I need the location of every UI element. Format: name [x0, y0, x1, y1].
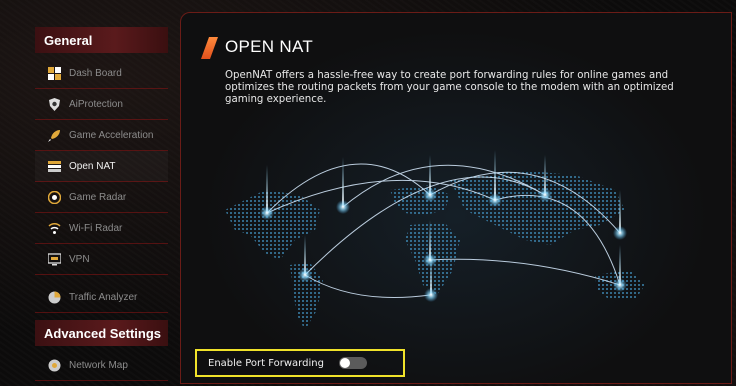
sidebar-item-label: AiProtection: [69, 98, 123, 110]
network-map-icon: [48, 359, 61, 372]
toggle-knob: [339, 358, 350, 368]
sidebar-item-label: VPN: [69, 253, 90, 265]
traffic-analyzer-icon: [48, 291, 61, 304]
sidebar-item-wifi-radar[interactable]: Wi-Fi Radar: [35, 213, 168, 244]
sidebar-item-label: Game Acceleration: [69, 129, 154, 141]
page-description: OpenNAT offers a hassle-free way to crea…: [225, 70, 674, 105]
radar-icon: [48, 190, 61, 204]
sidebar-item-label: Game Radar: [69, 191, 127, 203]
vpn-icon: [48, 252, 61, 266]
wifi-radar-icon: [48, 222, 61, 235]
sidebar-item-game-radar[interactable]: Game Radar: [35, 182, 168, 213]
sidebar-item-vpn[interactable]: VPN: [35, 244, 168, 275]
general-header: General: [35, 27, 168, 53]
open-nat-icon: [48, 160, 61, 173]
sidebar-item-label: Wi-Fi Radar: [69, 222, 123, 234]
sidebar-item-label: Network Map: [69, 359, 128, 371]
sidebar-item-open-nat[interactable]: Open NAT: [35, 151, 168, 182]
sidebar: General Dash Board AiProtection Game Acc…: [30, 20, 180, 386]
sidebar-item-game-acceleration[interactable]: Game Acceleration: [35, 120, 168, 151]
shield-icon: [48, 97, 61, 111]
sidebar-item-dashboard[interactable]: Dash Board: [35, 58, 168, 89]
sidebar-item-network-map[interactable]: Network Map: [35, 350, 168, 381]
advanced-settings-header: Advanced Settings: [35, 320, 168, 346]
rocket-icon: [48, 129, 61, 142]
sidebar-item-aiprotection[interactable]: AiProtection: [35, 89, 168, 120]
sidebar-item-label: Open NAT: [69, 160, 116, 172]
sidebar-item-label: Traffic Analyzer: [69, 291, 138, 303]
enable-port-forwarding-toggle[interactable]: [338, 357, 367, 369]
page-title: OPEN NAT: [225, 37, 314, 56]
sidebar-item-traffic-analyzer[interactable]: Traffic Analyzer: [35, 282, 168, 313]
enable-port-forwarding-row: Enable Port Forwarding: [195, 349, 405, 377]
dashboard-icon: [48, 66, 61, 80]
sidebar-item-label: Dash Board: [69, 67, 122, 79]
enable-port-forwarding-label: Enable Port Forwarding: [208, 357, 324, 369]
world-map-illustration: [205, 135, 705, 340]
